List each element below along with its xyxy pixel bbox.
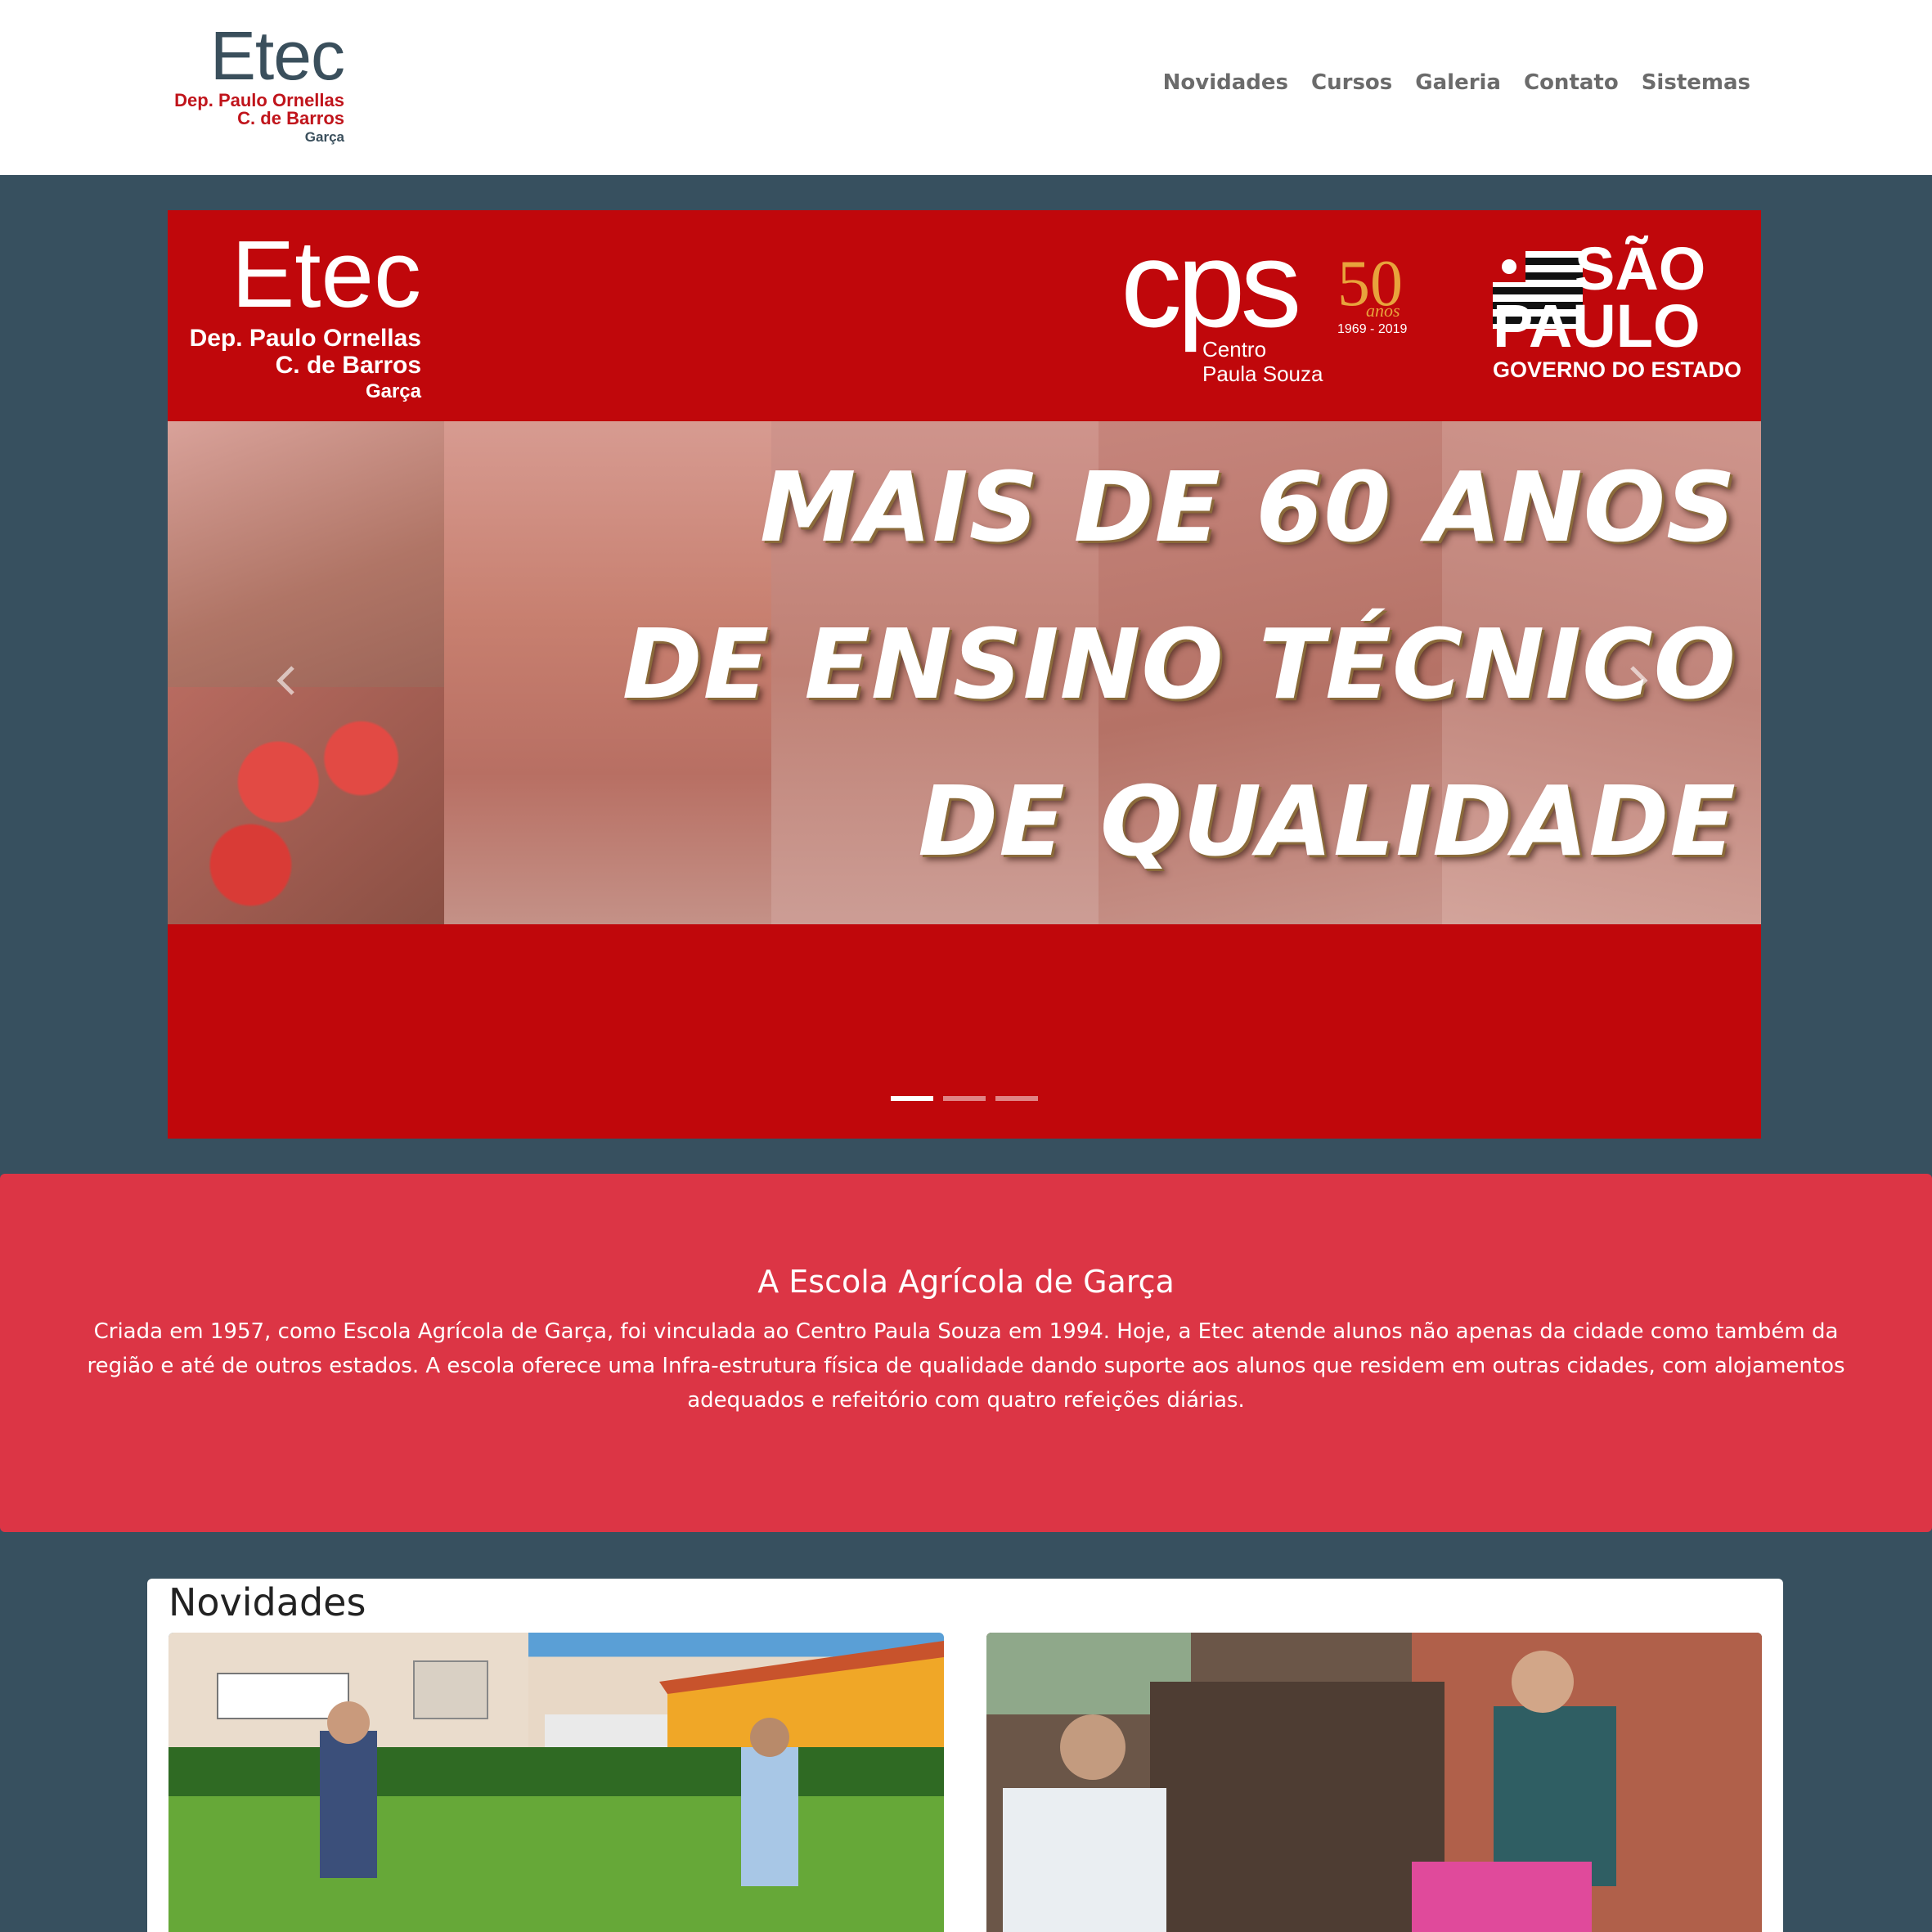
sp-line2: PAULO [1493, 292, 1701, 360]
carousel-indicators [891, 1096, 1038, 1101]
nav-novidades[interactable]: Novidades [1163, 70, 1288, 95]
banner-etec-city: Garça [365, 380, 421, 402]
nav-galeria[interactable]: Galeria [1415, 70, 1501, 95]
logo-city: Garça [304, 129, 344, 145]
logo-line2: C. de Barros [237, 108, 344, 128]
nav-contato[interactable]: Contato [1524, 70, 1619, 95]
news-section: Novidades [147, 1579, 1783, 1932]
banner-header: Etec Dep. Paulo Ornellas C. de Barros Ga… [168, 210, 1761, 421]
photo-coffee-berries [168, 687, 444, 924]
chevron-left-icon [276, 666, 294, 695]
news-card-1[interactable] [168, 1633, 944, 1932]
banner-etec-line1: Dep. Paulo Ornellas [189, 325, 421, 352]
news-title: Novidades [168, 1580, 366, 1624]
about-section: A Escola Agrícola de Garça Criada em 195… [0, 1174, 1932, 1532]
carousel-indicator-1[interactable] [891, 1096, 933, 1101]
sp-line1: SÃO [1575, 235, 1706, 303]
headline-line3: DE QUALIDADE [918, 765, 1737, 878]
banner-etec-line2: C. de Barros [275, 352, 421, 379]
news-card-2[interactable] [986, 1633, 1762, 1932]
hero-carousel: Etec Dep. Paulo Ornellas C. de Barros Ga… [168, 210, 1761, 1139]
sp-line3: GOVERNO DO ESTADO [1493, 357, 1742, 382]
carousel-indicator-3[interactable] [995, 1096, 1038, 1101]
carousel-next-button[interactable] [1622, 656, 1655, 705]
cps-logo: cps Centro Paula Souza 50 anos 1969 - 20… [1121, 215, 1431, 394]
about-text: Criada em 1957, como Escola Agrícola de … [87, 1319, 1845, 1413]
headline-line2: DE ENSINO TÉCNICO [622, 608, 1737, 721]
carousel-prev-button[interactable] [270, 656, 303, 705]
news-card-2-image [986, 1633, 1762, 1932]
logo-name: Etec [209, 17, 345, 94]
sao-paulo-logo: SÃO PAULO GOVERNO DO ESTADO [1493, 235, 1742, 398]
photo-chickens [168, 421, 444, 687]
cps-name-line2: Paula Souza [1202, 362, 1323, 386]
etec-logo[interactable]: Etec Dep. Paulo Ornellas C. de Barros Ga… [172, 21, 348, 152]
carousel-indicator-2[interactable] [943, 1096, 986, 1101]
banner-etec-name: Etec [231, 221, 421, 327]
banner-photo-collage: MAIS DE 60 ANOS DE ENSINO TÉCNICO DE QUA… [168, 421, 1761, 924]
nav-sistemas[interactable]: Sistemas [1642, 70, 1750, 95]
navbar: Etec Dep. Paulo Ornellas C. de Barros Ga… [0, 0, 1932, 175]
about-title: A Escola Agrícola de Garça [757, 1264, 1175, 1300]
cps-name-line1: Centro [1202, 337, 1267, 362]
chevron-right-icon [1630, 666, 1648, 695]
cps-anos: anos [1366, 300, 1400, 321]
cps-years: 1969 - 2019 [1337, 322, 1408, 336]
nav-cursos[interactable]: Cursos [1311, 70, 1392, 95]
headline-line1: MAIS DE 60 ANOS [759, 451, 1737, 564]
main-nav: Novidades Cursos Galeria Contato Sistema… [1163, 70, 1750, 95]
news-card-1-image [168, 1633, 944, 1932]
cps-letters: cps [1121, 215, 1301, 353]
